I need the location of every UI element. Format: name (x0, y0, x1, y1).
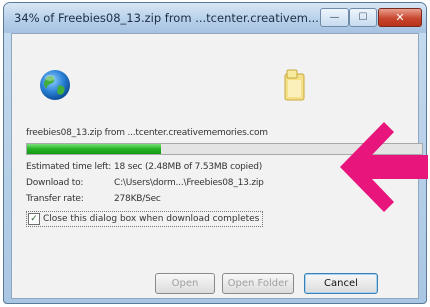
close-on-complete-label: Close this dialog box when download comp… (43, 214, 260, 224)
progress-fill (27, 144, 162, 154)
download-to-label: Download to: (26, 178, 84, 188)
download-to-value: C:\Users\dorm...\Freebies08_13.zip (114, 178, 264, 188)
arrow-left-icon (340, 122, 428, 212)
minimize-button[interactable]: — (320, 8, 349, 27)
folder-icon (284, 69, 305, 101)
close-on-complete-checkbox[interactable]: ✓ (28, 213, 40, 225)
window-title: 34% of Freebies08_13.zip from ...tcenter… (14, 11, 319, 25)
file-source-text: freebies08_13.zip from ...tcenter.creati… (26, 128, 268, 138)
estimated-time-label: Estimated time left: (26, 162, 112, 172)
open-folder-button[interactable]: Open Folder (222, 273, 294, 294)
transfer-rate-value: 278KB/Sec (114, 194, 161, 204)
transfer-rate-row: Transfer rate: 278KB/Sec (26, 194, 161, 204)
close-button[interactable]: ✕ (378, 8, 422, 27)
open-button[interactable]: Open (155, 273, 215, 294)
title-bar[interactable]: 34% of Freebies08_13.zip from ...tcenter… (4, 3, 426, 33)
globe-icon (40, 70, 70, 100)
maximize-button[interactable]: ☐ (349, 8, 377, 27)
download-to-row: Download to: C:\Users\dorm...\Freebies08_… (26, 178, 264, 188)
estimated-time-value: 18 sec (2.48MB of 7.53MB copied) (114, 162, 263, 172)
close-on-complete-option[interactable]: ✓ Close this dialog box when download co… (26, 211, 264, 227)
estimated-time-row: Estimated time left: 18 sec (2.48MB of 7.… (26, 162, 262, 172)
cancel-button[interactable]: Cancel (304, 273, 378, 294)
transfer-rate-label: Transfer rate: (26, 194, 84, 204)
